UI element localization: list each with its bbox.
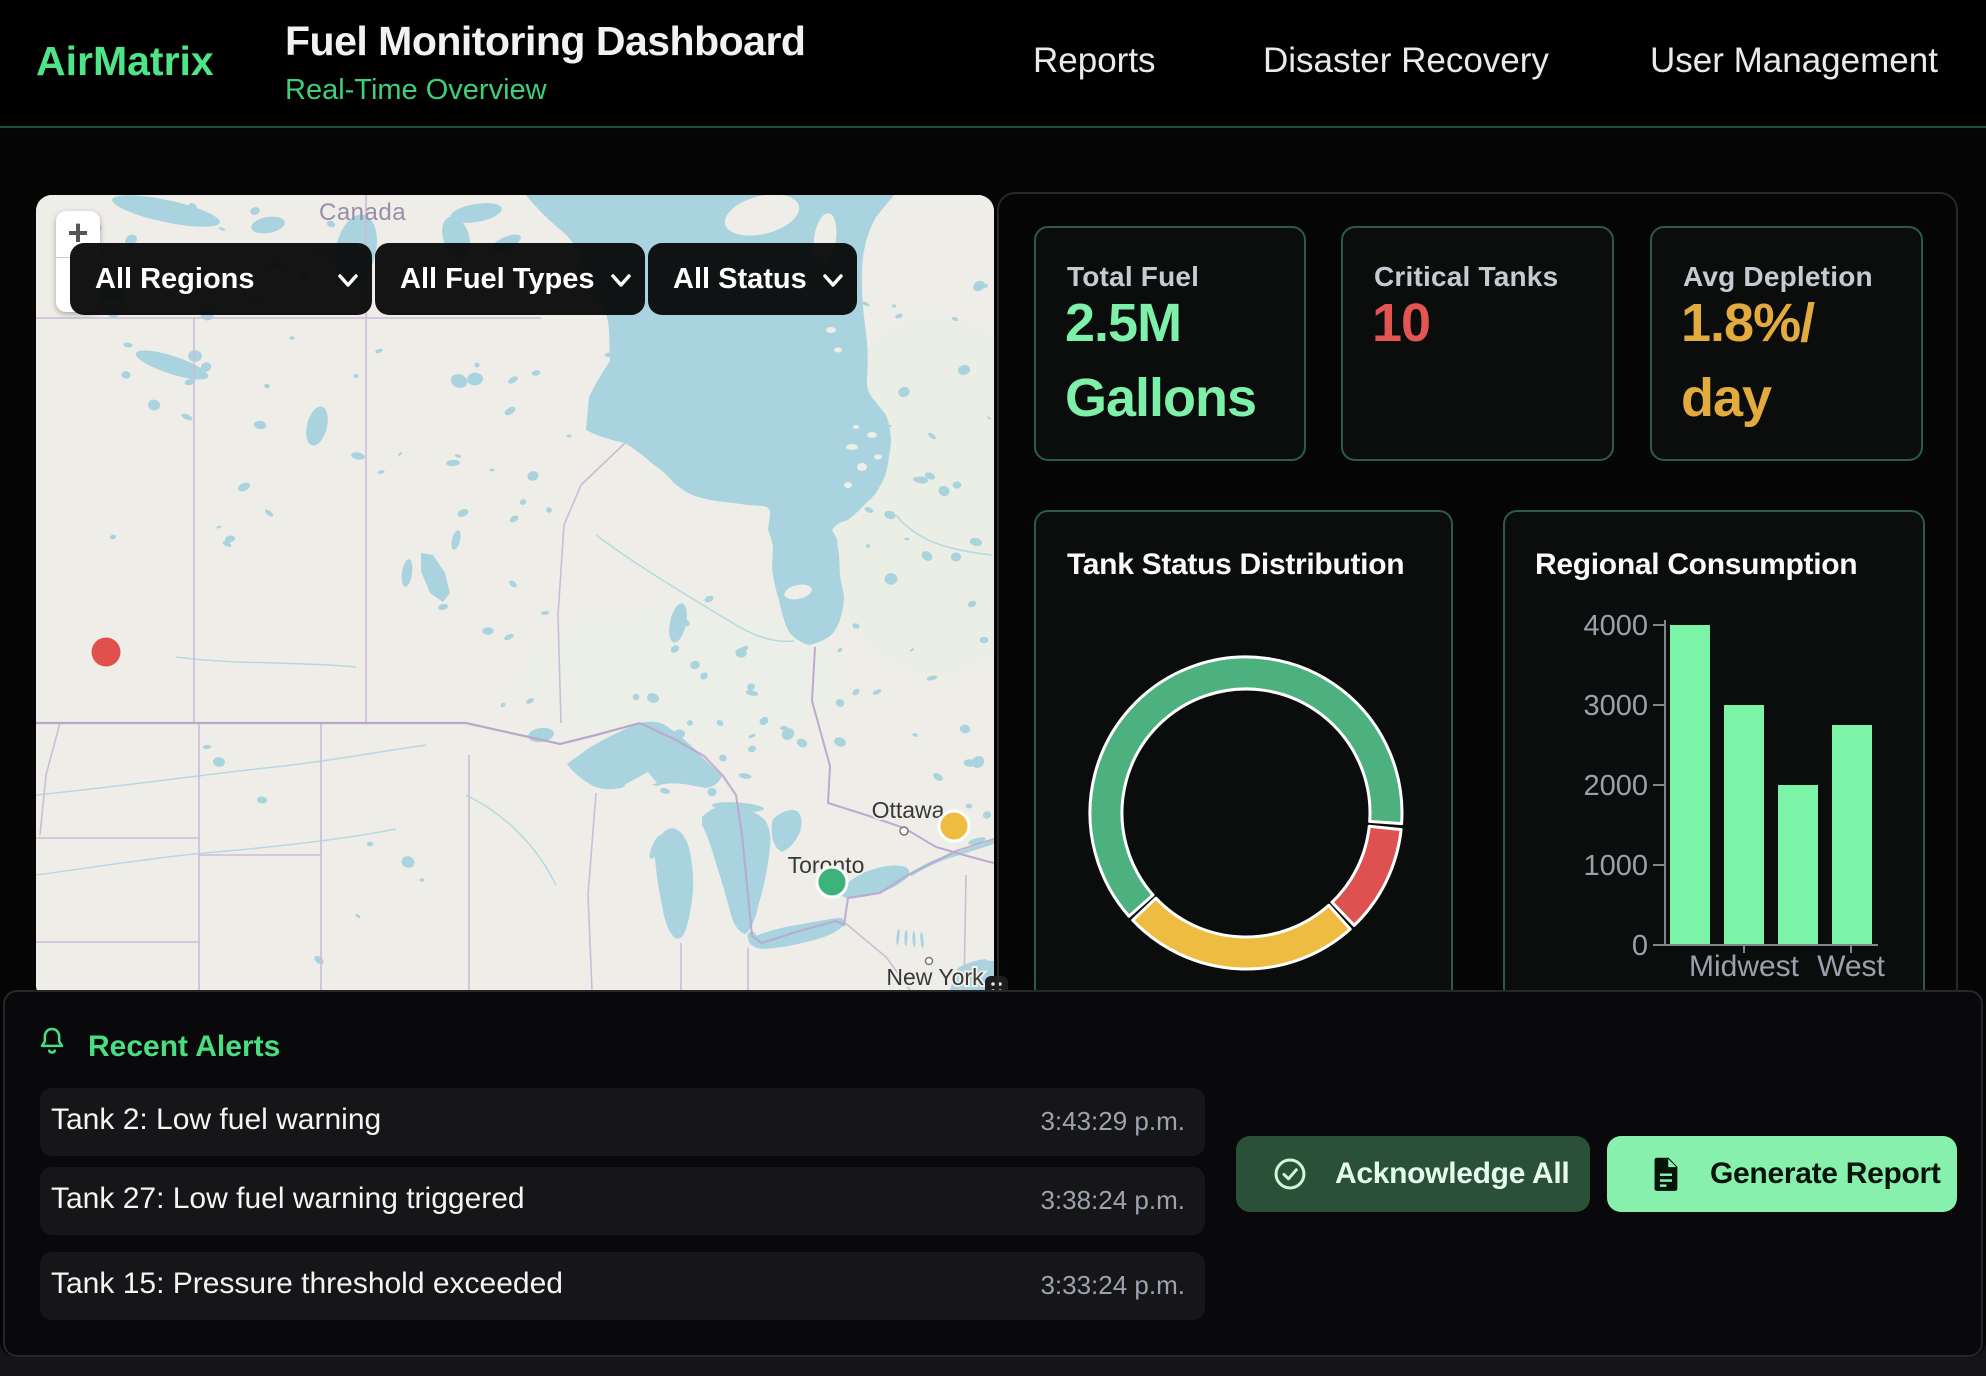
svg-text:2000: 2000 bbox=[1583, 770, 1648, 802]
svg-text:0: 0 bbox=[1632, 930, 1648, 962]
svg-text:3000: 3000 bbox=[1583, 690, 1648, 722]
svg-text:West: West bbox=[1817, 950, 1885, 983]
svg-text:Midwest: Midwest bbox=[1689, 950, 1800, 983]
svg-text:4000: 4000 bbox=[1583, 610, 1648, 642]
svg-text:Canada: Canada bbox=[319, 199, 406, 226]
svg-text:Ottawa: Ottawa bbox=[872, 797, 945, 823]
svg-text:1000: 1000 bbox=[1583, 850, 1648, 882]
svg-text:New York: New York bbox=[886, 964, 984, 990]
